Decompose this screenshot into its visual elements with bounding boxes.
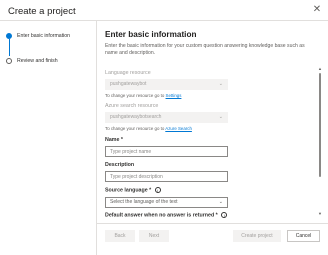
description-label: Description <box>105 162 135 168</box>
scroll-down-icon[interactable]: ▼ <box>318 211 322 216</box>
search-resource-hint: To change your resource go to Azure Sear… <box>105 126 192 131</box>
create-project-dialog: Create a project ✕ Enter basic informati… <box>0 0 328 255</box>
source-language-placeholder: Select the language of the text <box>110 199 178 205</box>
next-button[interactable]: Next <box>139 230 169 242</box>
back-button[interactable]: Back <box>105 230 135 242</box>
default-answer-label-text: Default answer when no answer is returne… <box>105 212 218 219</box>
step-label: Review and finish <box>17 58 58 64</box>
step-inactive-dot-icon <box>6 58 12 64</box>
dialog-title: Create a project <box>8 6 76 17</box>
language-resource-label: Language resource <box>105 70 151 76</box>
hint-text: To change your resource go to <box>105 126 165 131</box>
step-review-and-finish[interactable]: Review and finish <box>6 56 58 66</box>
settings-link[interactable]: Settings <box>166 93 182 98</box>
project-name-input[interactable] <box>105 146 228 157</box>
source-language-label: Source language * i <box>105 187 161 193</box>
wizard-stepper: Enter basic information Review and finis… <box>6 28 94 88</box>
info-icon[interactable]: i <box>221 212 228 218</box>
section-title: Enter basic information <box>105 30 197 39</box>
footer-divider <box>97 223 328 224</box>
search-resource-label: Azure search resource <box>105 103 159 109</box>
scrollbar-thumb[interactable] <box>319 73 321 177</box>
search-resource-dropdown: pushgatewaybotsearch ⌄ <box>105 112 228 123</box>
language-resource-value: pushgatewaybot <box>110 81 147 87</box>
scroll-up-icon[interactable]: ▲ <box>318 66 322 71</box>
section-description: Enter the basic information for your cus… <box>105 43 305 56</box>
hint-text: To change your resource go to <box>105 93 165 98</box>
source-language-label-text: Source language * <box>105 187 152 194</box>
panel-divider <box>96 21 97 255</box>
chevron-down-icon: ⌄ <box>218 81 223 87</box>
close-icon[interactable]: ✕ <box>311 4 323 16</box>
step-label: Enter basic information <box>17 33 71 39</box>
language-resource-hint: To change your resource go to Settings <box>105 93 181 98</box>
azure-search-link[interactable]: Azure Search <box>165 126 192 131</box>
info-icon[interactable]: i <box>154 187 161 193</box>
step-enter-basic-info[interactable]: Enter basic information <box>6 31 70 41</box>
name-label: Name * <box>105 137 123 143</box>
title-divider <box>0 20 328 21</box>
default-answer-label: Default answer when no answer is returne… <box>105 212 228 219</box>
create-project-button[interactable]: Create project <box>233 230 281 242</box>
step-connector <box>8 39 10 56</box>
project-description-input[interactable] <box>105 171 228 182</box>
chevron-down-icon: ⌄ <box>218 199 223 205</box>
source-language-dropdown[interactable]: Select the language of the text ⌄ <box>105 197 228 208</box>
search-resource-value: pushgatewaybotsearch <box>110 114 162 120</box>
language-resource-dropdown: pushgatewaybot ⌄ <box>105 79 228 90</box>
cancel-button[interactable]: Cancel <box>287 230 320 242</box>
chevron-down-icon: ⌄ <box>218 114 223 120</box>
